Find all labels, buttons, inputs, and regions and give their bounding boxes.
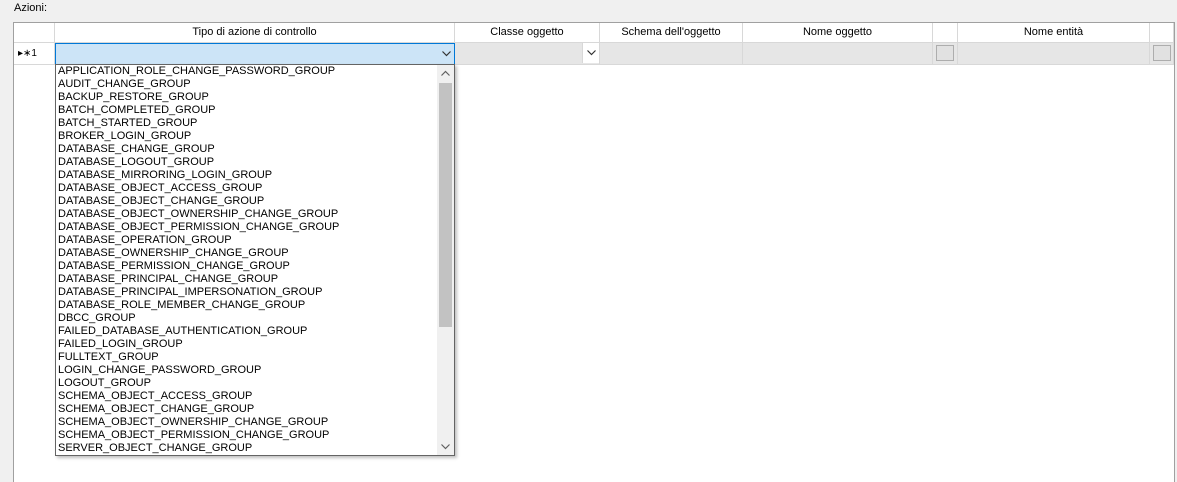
dropdown-option[interactable]: DATABASE_OBJECT_PERMISSION_CHANGE_GROUP	[56, 221, 437, 234]
action-type-combobox[interactable]	[55, 43, 455, 65]
dropdown-option[interactable]: DATABASE_PERMISSION_CHANGE_GROUP	[56, 260, 437, 273]
dropdown-option[interactable]: SCHEMA_OBJECT_ACCESS_GROUP	[56, 390, 437, 403]
dropdown-option[interactable]: DATABASE_OPERATION_GROUP	[56, 234, 437, 247]
dropdown-option[interactable]: AUDIT_CHANGE_GROUP	[56, 78, 437, 91]
column-header-action-type[interactable]: Tipo di azione di controllo	[55, 23, 455, 43]
object-class-combobox[interactable]	[455, 43, 600, 65]
chevron-up-icon[interactable]	[437, 65, 454, 81]
dropdown-option[interactable]: BACKUP_RESTORE_GROUP	[56, 91, 437, 104]
row-header-1[interactable]: ▸∗1	[14, 43, 55, 65]
dropdown-option[interactable]: APPLICATION_ROLE_CHANGE_PASSWORD_GROUP	[56, 65, 437, 78]
dropdown-option[interactable]: DATABASE_ROLE_MEMBER_CHANGE_GROUP	[56, 299, 437, 312]
object-name-cell[interactable]	[743, 43, 933, 65]
column-header-object-name[interactable]: Nome oggetto	[743, 23, 933, 43]
dropdown-option[interactable]: DATABASE_CHANGE_GROUP	[56, 143, 437, 156]
scrollbar-thumb[interactable]	[439, 83, 452, 327]
actions-section-label: Azioni:	[14, 2, 48, 14]
column-header-object-schema[interactable]: Schema dell'oggetto	[600, 23, 743, 43]
dropdown-option[interactable]: FAILED_DATABASE_AUTHENTICATION_GROUP	[56, 325, 437, 338]
dropdown-option[interactable]: DATABASE_LOGOUT_GROUP	[56, 156, 437, 169]
dropdown-option[interactable]: FAILED_LOGIN_GROUP	[56, 338, 437, 351]
column-header-principal-name[interactable]: Nome entità	[958, 23, 1150, 43]
object-schema-cell[interactable]	[600, 43, 743, 65]
dropdown-option[interactable]: DATABASE_OBJECT_ACCESS_GROUP	[56, 182, 437, 195]
dropdown-option[interactable]: DBCC_GROUP	[56, 312, 437, 325]
dropdown-option[interactable]: DATABASE_MIRRORING_LOGIN_GROUP	[56, 169, 437, 182]
dropdown-option[interactable]: SCHEMA_OBJECT_PERMISSION_CHANGE_GROUP	[56, 429, 437, 442]
dropdown-option[interactable]: FULLTEXT_GROUP	[56, 351, 437, 364]
dropdown-scrollbar[interactable]	[437, 65, 454, 455]
dropdown-option[interactable]: LOGOUT_GROUP	[56, 377, 437, 390]
dropdown-option[interactable]: BROKER_LOGIN_GROUP	[56, 130, 437, 143]
column-header-object-name-browse	[933, 23, 958, 43]
chevron-down-icon[interactable]	[438, 44, 454, 64]
dropdown-options: APPLICATION_ROLE_CHANGE_PASSWORD_GROUP AU…	[56, 65, 437, 455]
dropdown-option[interactable]: BATCH_STARTED_GROUP	[56, 117, 437, 130]
column-header-object-class[interactable]: Classe oggetto	[455, 23, 600, 43]
chevron-down-icon[interactable]	[437, 439, 454, 455]
object-name-browse-cell	[933, 43, 958, 65]
action-type-dropdown-list[interactable]: APPLICATION_ROLE_CHANGE_PASSWORD_GROUP AU…	[55, 64, 455, 456]
dropdown-option[interactable]: DATABASE_PRINCIPAL_IMPERSONATION_GROUP	[56, 286, 437, 299]
dropdown-option[interactable]: BATCH_COMPLETED_GROUP	[56, 104, 437, 117]
principal-name-browse-button[interactable]	[1153, 45, 1171, 61]
principal-name-cell[interactable]	[958, 43, 1150, 65]
dropdown-option[interactable]: SCHEMA_OBJECT_OWNERSHIP_CHANGE_GROUP	[56, 416, 437, 429]
dropdown-option[interactable]: DATABASE_OBJECT_OWNERSHIP_CHANGE_GROUP	[56, 208, 437, 221]
dropdown-option[interactable]: DATABASE_OWNERSHIP_CHANGE_GROUP	[56, 247, 437, 260]
dropdown-option[interactable]: DATABASE_PRINCIPAL_CHANGE_GROUP	[56, 273, 437, 286]
row-header-corner	[14, 23, 55, 43]
chevron-down-icon[interactable]	[582, 43, 599, 63]
principal-name-browse-cell	[1150, 43, 1174, 65]
dropdown-option[interactable]: SERVER_OBJECT_CHANGE_GROUP	[56, 442, 437, 455]
dropdown-option[interactable]: DATABASE_OBJECT_CHANGE_GROUP	[56, 195, 437, 208]
dropdown-option[interactable]: SCHEMA_OBJECT_CHANGE_GROUP	[56, 403, 437, 416]
dropdown-option[interactable]: LOGIN_CHANGE_PASSWORD_GROUP	[56, 364, 437, 377]
object-name-browse-button[interactable]	[936, 45, 954, 61]
column-header-principal-name-browse	[1150, 23, 1174, 43]
